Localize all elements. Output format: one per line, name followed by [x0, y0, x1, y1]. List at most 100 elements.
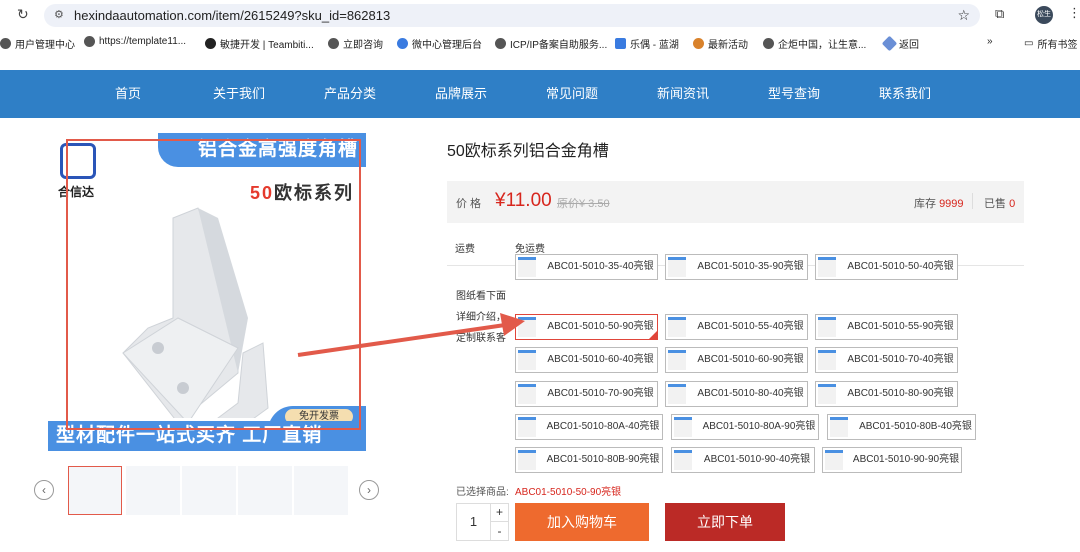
option-label: ABC01-5010-70-90亮银	[547, 388, 654, 399]
option-label: ABC01-5010-90-90亮银	[852, 454, 960, 465]
decrease-button[interactable]: -	[490, 522, 508, 540]
sku-option[interactable]: ABC01-5010-55-40亮银	[665, 314, 808, 340]
thumbnail[interactable]	[126, 466, 180, 515]
option-thumbnail	[668, 317, 686, 337]
sold-count: 0	[1009, 198, 1016, 210]
option-thumbnail	[668, 350, 686, 370]
sku-option[interactable]: ABC01-5010-35-40亮银	[515, 254, 658, 280]
nav-model-query[interactable]: 型号查询	[768, 70, 820, 118]
extensions-icon[interactable]: ⧉	[995, 6, 1004, 22]
option-thumbnail	[668, 257, 686, 277]
sku-option[interactable]: ABC01-5010-50-90亮银	[515, 314, 658, 340]
price-box: 价 格 ¥11.00 原价¥ 3.50 库存 9999 已售 0	[447, 181, 1024, 223]
option-label: ABC01-5010-80B-40亮银	[859, 421, 972, 432]
product-title: 50欧标系列铝合金角槽	[447, 143, 609, 160]
option-thumbnail	[518, 384, 536, 404]
thumbnail[interactable]	[68, 466, 122, 515]
quantity-input[interactable]: 1	[457, 504, 490, 540]
nav-news[interactable]: 新闻资讯	[657, 70, 709, 118]
address-bar[interactable]: ⚙ hexindaautomation.com/item/2615249?sku_…	[44, 4, 980, 27]
star-icon[interactable]: ☆	[957, 4, 970, 27]
nav-products[interactable]: 产品分类	[324, 70, 376, 118]
next-thumb-button[interactable]: ›	[359, 480, 379, 500]
browser-chrome: ↻ ⚙ hexindaautomation.com/item/2615249?sk…	[0, 0, 1080, 62]
option-label: ABC01-5010-70-40亮银	[847, 354, 954, 365]
shipping-value: 免运费	[515, 244, 545, 255]
option-label: ABC01-5010-80A-90亮银	[702, 421, 816, 432]
option-label: ABC01-5010-60-40亮银	[547, 354, 654, 365]
avatar[interactable]: 松生	[1035, 6, 1053, 24]
selected-value: ABC01-5010-50-90亮银	[515, 487, 622, 498]
more-bookmarks-button[interactable]: »	[987, 36, 993, 47]
sku-option[interactable]: ABC01-5010-80-90亮银	[815, 381, 958, 407]
original-price: 原价¥ 3.50	[557, 198, 610, 210]
option-thumbnail	[518, 257, 536, 277]
nav-about[interactable]: 关于我们	[213, 70, 265, 118]
bookmark[interactable]: 立即咨询	[328, 36, 383, 51]
sku-option[interactable]: ABC01-5010-80A-40亮银	[515, 414, 663, 440]
thumbnail[interactable]	[182, 466, 236, 515]
bookmark[interactable]: 用户管理中心	[0, 36, 75, 51]
sku-option[interactable]: ABC01-5010-80B-90亮银	[515, 447, 663, 473]
reload-icon[interactable]: ↻	[17, 6, 29, 23]
sku-option[interactable]: ABC01-5010-90-40亮银	[671, 447, 815, 473]
quantity-stepper: 1 + -	[456, 503, 509, 541]
sku-option[interactable]: ABC01-5010-70-40亮银	[815, 347, 958, 373]
thumbnail[interactable]	[294, 466, 348, 515]
option-label: ABC01-5010-50-90亮银	[547, 321, 654, 332]
sku-option[interactable]: ABC01-5010-55-90亮银	[815, 314, 958, 340]
thumbnail[interactable]	[238, 466, 292, 515]
sku-option[interactable]: ABC01-5010-60-90亮银	[665, 347, 808, 373]
sku-option[interactable]: ABC01-5010-80-40亮银	[665, 381, 808, 407]
option-thumbnail	[825, 450, 843, 470]
option-thumbnail	[818, 257, 836, 277]
spec-label: 图纸看下面详细介绍，定制联系客服	[456, 291, 506, 344]
option-thumbnail	[518, 450, 536, 470]
sku-option[interactable]: ABC01-5010-50-40亮银	[815, 254, 958, 280]
prev-thumb-button[interactable]: ‹	[34, 480, 54, 500]
option-label: ABC01-5010-80A-40亮银	[546, 421, 660, 432]
option-thumbnail	[518, 317, 536, 337]
bookmark[interactable]: 企炬中国，让生意...	[763, 36, 866, 51]
option-label: ABC01-5010-55-40亮银	[697, 321, 804, 332]
sku-option[interactable]: ABC01-5010-80A-90亮银	[671, 414, 819, 440]
option-label: ABC01-5010-60-90亮银	[697, 354, 804, 365]
option-label: ABC01-5010-35-40亮银	[547, 261, 654, 272]
bookmark[interactable]: ICP/IP备案自助服务...	[495, 36, 607, 51]
sku-option[interactable]: ABC01-5010-80B-40亮银	[827, 414, 976, 440]
option-thumbnail	[674, 417, 692, 437]
nav-home[interactable]: 首页	[115, 70, 141, 118]
all-bookmarks[interactable]: ▭ 所有书签	[1024, 36, 1077, 51]
menu-icon[interactable]: ⋮	[1068, 5, 1080, 21]
option-label: ABC01-5010-50-40亮银	[847, 261, 954, 272]
nav-contact[interactable]: 联系我们	[879, 70, 931, 118]
selected-label: 已选择商品:	[456, 487, 509, 498]
url-text: hexindaautomation.com/item/2615249?sku_i…	[74, 8, 391, 23]
bookmark[interactable]: 微中心管理后台	[397, 36, 482, 51]
option-label: ABC01-5010-80-40亮银	[697, 388, 804, 399]
option-thumbnail	[830, 417, 848, 437]
buy-now-button[interactable]: 立即下单	[665, 503, 785, 541]
folder-icon: ▭	[1024, 38, 1034, 49]
option-thumbnail	[668, 384, 686, 404]
increase-button[interactable]: +	[490, 504, 508, 522]
bookmark[interactable]: 敏捷开发 | Teambiti...	[205, 36, 314, 51]
option-thumbnail	[818, 350, 836, 370]
bookmark[interactable]: 乐偶 - 蓝湖	[615, 36, 679, 51]
option-label: ABC01-5010-55-90亮银	[847, 321, 954, 332]
site-info-icon[interactable]: ⚙	[54, 4, 64, 27]
sku-option[interactable]: ABC01-5010-70-90亮银	[515, 381, 658, 407]
sku-option[interactable]: ABC01-5010-35-90亮银	[665, 254, 808, 280]
sku-option[interactable]: ABC01-5010-60-40亮银	[515, 347, 658, 373]
add-to-cart-button[interactable]: 加入购物车	[515, 503, 649, 541]
bookmark[interactable]: https://template11...	[84, 36, 186, 47]
nav-faq[interactable]: 常见问题	[546, 70, 598, 118]
stock-count: 9999	[939, 198, 964, 210]
shipping-label: 运费	[455, 244, 475, 255]
option-thumbnail	[518, 417, 536, 437]
nav-brands[interactable]: 品牌展示	[435, 70, 487, 118]
sku-option[interactable]: ABC01-5010-90-90亮银	[822, 447, 962, 473]
bookmark[interactable]: 最新活动	[693, 36, 748, 51]
bookmark[interactable]: 返回	[881, 35, 919, 52]
option-thumbnail	[674, 450, 692, 470]
